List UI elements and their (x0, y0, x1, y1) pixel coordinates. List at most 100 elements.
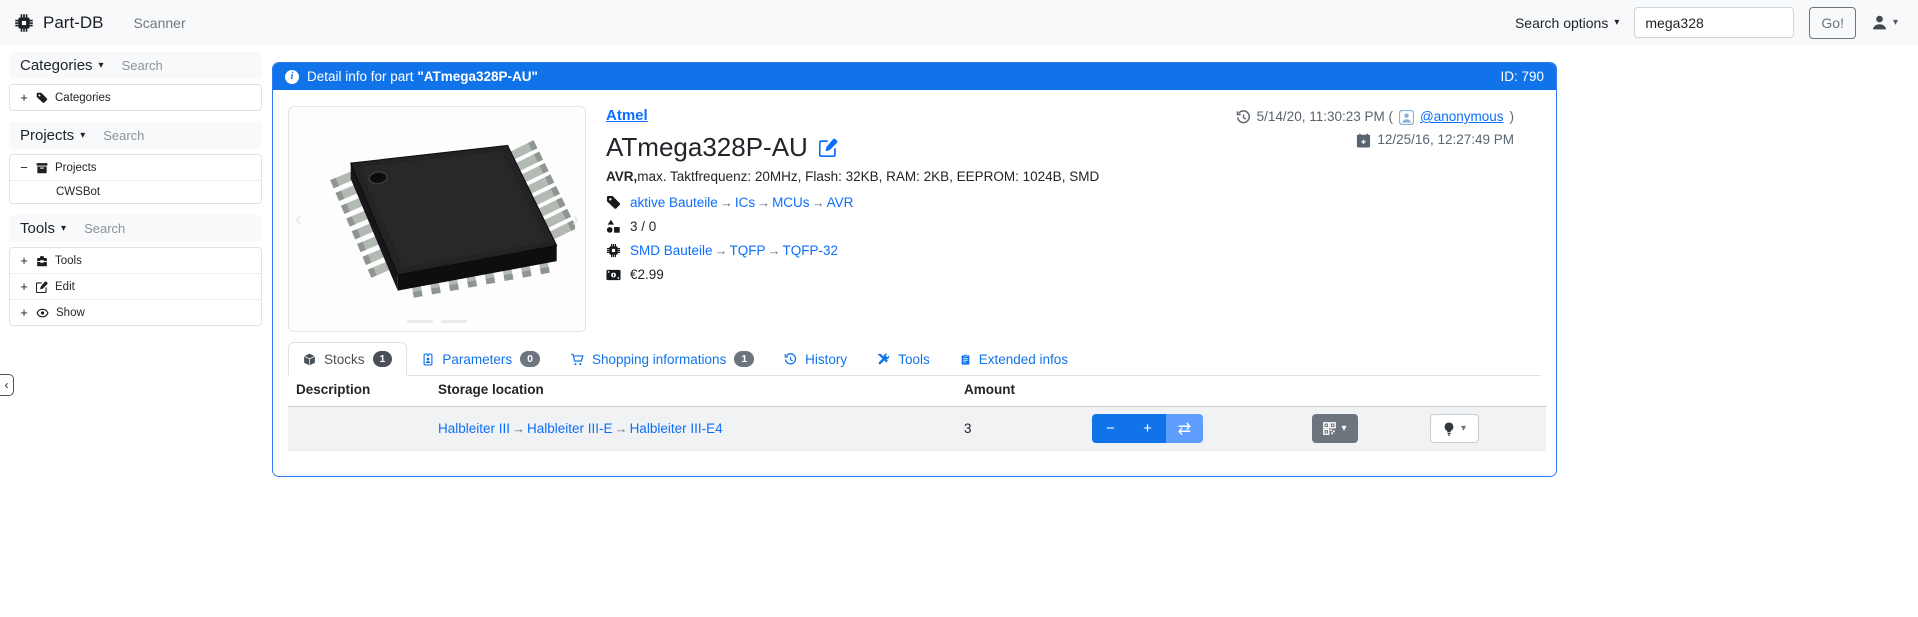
part-description-bold: AVR, (606, 169, 637, 184)
minus-icon: − (1106, 420, 1115, 437)
search-go-button[interactable]: Go! (1809, 7, 1856, 39)
tree-expander[interactable]: − (19, 160, 29, 175)
tree-item-projects[interactable]: − Projects (10, 155, 261, 180)
modified-user-link[interactable]: @anonymous (1420, 106, 1504, 129)
path-link[interactable]: aktive Bauteile (630, 195, 718, 210)
chevron-down-icon: ▾ (1614, 18, 1619, 28)
tree-expander[interactable]: + (19, 279, 29, 294)
arrow-right-icon: → (766, 243, 783, 258)
history-clock-icon (1236, 110, 1251, 125)
tab-count-badge: 0 (520, 351, 540, 367)
path-link[interactable]: ICs (735, 195, 755, 210)
arrow-right-icon: → (713, 243, 730, 258)
qr-code-icon (1323, 422, 1336, 435)
sidebar-collapse-handle[interactable]: ‹ (0, 374, 14, 396)
path-link[interactable]: Halbleiter III-E4 (630, 421, 723, 436)
tree-item-categories[interactable]: +Categories (10, 85, 261, 110)
sidebar-search-input[interactable] (101, 127, 211, 144)
arrow-right-icon: → (755, 195, 772, 210)
calendar-plus-icon (1356, 133, 1371, 148)
carousel-next-icon[interactable]: › (572, 206, 579, 232)
edit-icon (36, 281, 48, 293)
tree-item-tools[interactable]: +Tools (10, 248, 261, 273)
eye-icon (36, 307, 49, 319)
microchip-logo-icon (14, 13, 34, 33)
path-link[interactable]: TQFP (730, 243, 766, 258)
carousel-indicators[interactable] (407, 320, 467, 323)
tree-item-cwsbot[interactable]: CWSBot (10, 180, 261, 203)
column-header-amount: Amount (956, 376, 1084, 407)
storage-location-path: Halbleiter III→Halbleiter III-E→Halbleit… (438, 421, 723, 436)
part-detail-card: i Detail info for part "ATmega328P-AU" I… (272, 62, 1557, 477)
path-link[interactable]: Halbleiter III (438, 421, 510, 436)
tree-expander[interactable]: + (19, 305, 29, 320)
path-link[interactable]: Halbleiter III-E (527, 421, 613, 436)
search-options-dropdown[interactable]: Search options ▾ (1515, 15, 1619, 31)
tab-history[interactable]: History (769, 343, 862, 376)
tab-label: History (805, 352, 847, 367)
tree-item-show[interactable]: + Show (10, 299, 261, 325)
sidebar-search-input[interactable] (82, 220, 192, 237)
tab-shopping-informations[interactable]: Shopping informations1 (555, 342, 769, 376)
tab-label: Extended infos (979, 352, 1068, 367)
decrease-amount-button[interactable]: − (1092, 414, 1129, 443)
tree-expander[interactable]: + (19, 253, 29, 268)
lightbulb-icon (1443, 422, 1455, 436)
part-detail-header: i Detail info for part "ATmega328P-AU" I… (273, 63, 1556, 90)
tree-item-edit[interactable]: +Edit (10, 273, 261, 299)
part-title: ATmega328P-AU (606, 132, 808, 163)
path-link[interactable]: AVR (827, 195, 854, 210)
box-icon (303, 353, 316, 366)
stock-amount: 3 (964, 421, 972, 436)
detail-info-part-name: "ATmega328P-AU" (417, 69, 538, 84)
increase-amount-button[interactable]: + (1129, 414, 1166, 443)
tab-count-badge: 1 (373, 351, 393, 367)
tag-icon (606, 195, 621, 210)
tab-label: Tools (898, 352, 930, 367)
sidebar-section-title[interactable]: Tools▾ (20, 220, 66, 237)
sidebar-section-title[interactable]: Categories▾ (20, 57, 104, 74)
tab-stocks[interactable]: Stocks1 (288, 342, 407, 376)
info-icon: i (285, 70, 299, 84)
path-link[interactable]: SMD Bauteile (630, 243, 713, 258)
stock-row[interactable]: Halbleiter III→Halbleiter III-E→Halbleit… (288, 407, 1546, 451)
app-brand[interactable]: Part-DB (14, 13, 103, 33)
chevron-down-icon: ▾ (1893, 18, 1898, 28)
swap-arrows-icon: ⇄ (1178, 419, 1191, 439)
arrow-right-icon: → (510, 421, 527, 436)
tree-expander[interactable]: + (19, 90, 29, 105)
chevron-down-icon: ▾ (1341, 424, 1346, 434)
sidebar-section-header-projects: Projects▾ (9, 122, 262, 149)
user-menu[interactable]: ▾ (1871, 14, 1898, 31)
microchip-icon (606, 243, 621, 258)
path-link[interactable]: TQFP-32 (783, 243, 839, 258)
move-stock-button[interactable]: ⇄ (1166, 414, 1203, 443)
part-image-carousel[interactable]: ‹ › (288, 106, 586, 332)
edit-part-icon[interactable] (819, 138, 838, 157)
tree-item-label: Show (56, 307, 85, 319)
modified-suffix: ) (1510, 106, 1515, 129)
global-search-input[interactable] (1634, 7, 1794, 38)
tab-tools[interactable]: Tools (862, 343, 945, 376)
path-link[interactable]: MCUs (772, 195, 810, 210)
top-navbar: Part-DB Scanner Search options ▾ Go! ▾ (0, 0, 1918, 45)
sidebar-tree-categories: +Categories (9, 84, 262, 111)
tree-item-label: Projects (55, 162, 97, 174)
stocks-table-header: DescriptionStorage locationAmount (288, 376, 1546, 407)
nav-item-scanner[interactable]: Scanner (133, 15, 185, 31)
user-icon (1871, 14, 1888, 31)
history-icon (784, 353, 797, 366)
tab-parameters[interactable]: Parameters0 (407, 342, 555, 376)
tree-item-label: CWSBot (56, 186, 100, 198)
sidebar-search-input[interactable] (120, 57, 230, 74)
part-image-chip (299, 116, 575, 322)
carousel-prev-icon[interactable]: ‹ (295, 206, 302, 232)
tab-extended-infos[interactable]: Extended infos (945, 343, 1083, 376)
detail-info-prefix: Detail info for part (307, 69, 417, 84)
manufacturer-link[interactable]: Atmel (606, 107, 648, 124)
qr-code-dropdown-button[interactable]: ▾ (1312, 414, 1358, 443)
lightbulb-dropdown-button[interactable]: ▾ (1430, 414, 1479, 443)
sidebar-section-title[interactable]: Projects▾ (20, 127, 85, 144)
shapes-icon (606, 219, 621, 234)
sidebar-section-header-tools: Tools▾ (9, 215, 262, 242)
